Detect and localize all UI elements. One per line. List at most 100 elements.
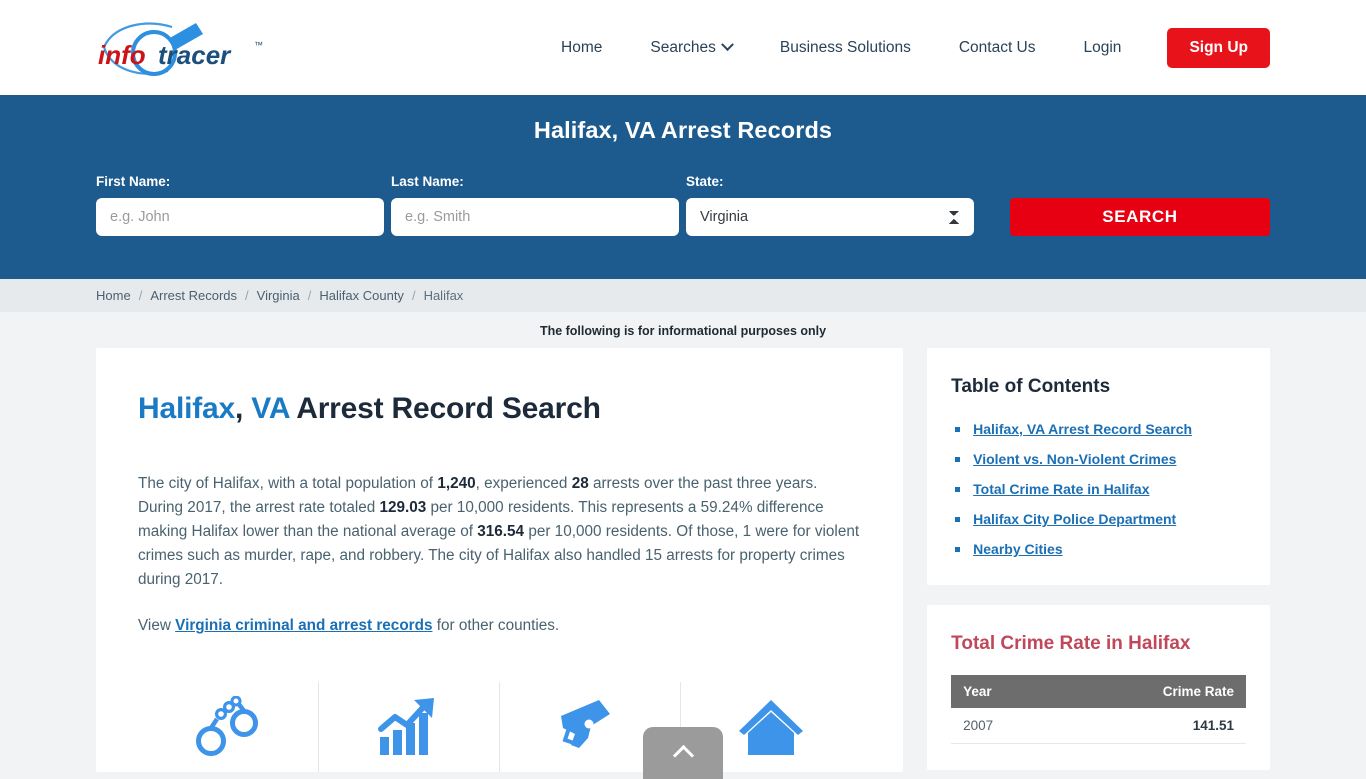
state-group: State: Virginia	[686, 174, 974, 236]
nav-label: Login	[1083, 38, 1122, 56]
toc-link[interactable]: Halifax, VA Arrest Record Search	[973, 420, 1192, 439]
search-form: First Name: Last Name: State: Virginia S…	[96, 174, 1270, 236]
scroll-to-top-button[interactable]	[643, 727, 723, 779]
table-of-contents-title: Table of Contents	[951, 376, 1111, 397]
nav-label: Business Solutions	[779, 38, 911, 56]
first-name-label: First Name:	[96, 174, 171, 189]
informational-notice: The following is for informational purpo…	[539, 324, 827, 338]
state-select[interactable]: Virginia	[686, 198, 974, 236]
column-header-crime-rate: Crime Rate	[1057, 675, 1246, 708]
last-name-input[interactable]	[391, 198, 679, 236]
toc-link[interactable]: Nearby Cities	[973, 540, 1062, 559]
state-label: State:	[686, 174, 724, 189]
banner-title: Halifax, VA Arrest Records	[533, 117, 833, 143]
nav-item-searches[interactable]: Searches	[626, 38, 755, 57]
nav-label: Contact Us	[958, 38, 1036, 56]
breadcrumb-item-virginia[interactable]: Virginia	[257, 288, 300, 303]
toc-link[interactable]: Violent vs. Non-Violent Crimes	[973, 450, 1176, 469]
logo-graphic: info tracer ™	[98, 22, 263, 76]
national-average-value: 316.54	[477, 523, 525, 540]
population-value: 1,240	[437, 475, 476, 492]
arrest-count-value: 28	[571, 475, 589, 492]
breadcrumb-separator: /	[245, 288, 249, 303]
chevron-up-icon	[672, 744, 694, 766]
crime-rate-table: Year Crime Rate 2007 141.51	[951, 675, 1246, 744]
breadcrumb-item-halifax: Halifax	[423, 288, 464, 303]
nav-label: Searches	[650, 38, 716, 56]
category-icon-row	[138, 682, 861, 772]
crime-rate-table-body: 2007 141.51	[951, 708, 1246, 744]
total-crime-rate-card: Total Crime Rate in Halifax Year Crime R…	[927, 605, 1270, 770]
nav-item-login[interactable]: Login	[1060, 39, 1146, 57]
nav-item-business-solutions[interactable]: Business Solutions	[756, 39, 935, 57]
infotracer-logo[interactable]: info tracer ™	[96, 17, 276, 79]
first-name-input[interactable]	[96, 198, 384, 236]
nav-item-contact-us[interactable]: Contact Us	[935, 39, 1060, 57]
svg-text:info: info	[98, 40, 146, 70]
cell-crime-rate: 141.51	[1057, 708, 1246, 744]
toc-item-police-department[interactable]: Halifax City Police Department	[951, 510, 1246, 529]
breadcrumb-item-arrest-records[interactable]: Arrest Records	[150, 288, 237, 303]
breadcrumb-separator: /	[411, 288, 416, 303]
table-header-row: Year Crime Rate	[951, 675, 1246, 708]
column-header-year: Year	[951, 675, 1058, 708]
toc-link[interactable]: Total Crime Rate in Halifax	[973, 480, 1149, 499]
page-title: Halifax, VA Arrest Record Search	[138, 392, 861, 426]
total-crime-rate-title: Total Crime Rate in Halifax	[951, 633, 1191, 654]
growth-chart-icon	[378, 698, 435, 755]
content-wrapper: Halifax, VA Arrest Record Search The cit…	[0, 348, 1366, 772]
chevron-down-icon	[720, 38, 734, 52]
bullet-icon	[955, 427, 961, 432]
search-banner: Halifax, VA Arrest Records First Name: L…	[0, 95, 1366, 279]
icon-cell-arrests[interactable]	[138, 682, 320, 772]
crime-rate-table-head: Year Crime Rate	[951, 675, 1246, 708]
nav-item-home[interactable]: Home	[537, 39, 626, 57]
table-of-contents-card: Table of Contents Halifax, VA Arrest Rec…	[927, 348, 1270, 585]
breadcrumb-separator: /	[307, 288, 312, 303]
last-name-group: Last Name:	[391, 174, 679, 236]
main-content-card: Halifax, VA Arrest Record Search The cit…	[96, 348, 904, 772]
icon-cell-crime-rate[interactable]	[319, 682, 501, 772]
nav-label: Home	[561, 38, 603, 56]
search-button[interactable]: SEARCH	[1010, 198, 1270, 236]
bullet-icon	[955, 487, 961, 492]
para-segment-2: , experienced	[475, 475, 572, 492]
para-segment-1: The city of Halifax, with a total popula…	[138, 475, 438, 492]
page-title-comma: ,	[234, 392, 252, 425]
arrest-rate-value: 129.03	[379, 499, 427, 516]
breadcrumb-separator: /	[138, 288, 143, 303]
svg-text:™: ™	[254, 40, 263, 50]
toc-item-nearby-cities[interactable]: Nearby Cities	[951, 540, 1246, 559]
page-title-city: Halifax	[138, 392, 235, 425]
bullet-icon	[955, 547, 961, 552]
view-suffix: for other counties.	[432, 617, 560, 634]
cell-year: 2007	[951, 708, 1058, 744]
toc-item-violent-vs-nonviolent[interactable]: Violent vs. Non-Violent Crimes	[951, 450, 1246, 469]
table-of-contents-list: Halifax, VA Arrest Record Search Violent…	[951, 420, 1246, 559]
site-header: info tracer ™ Home Searches Business Sol…	[0, 0, 1366, 95]
sign-up-button[interactable]: Sign Up	[1167, 27, 1270, 68]
toc-item-total-crime-rate[interactable]: Total Crime Rate in Halifax	[951, 480, 1246, 499]
last-name-label: Last Name:	[391, 174, 464, 189]
bullet-icon	[955, 517, 961, 522]
handgun-icon	[561, 700, 611, 748]
breadcrumb-item-halifax-county[interactable]: Halifax County	[319, 288, 404, 303]
summary-paragraph: The city of Halifax, with a total popula…	[138, 472, 861, 592]
page-title-state: VA	[251, 392, 290, 425]
view-prefix: View	[138, 617, 176, 634]
breadcrumb: Home / Arrest Records / Virginia / Halif…	[0, 279, 1366, 312]
house-icon	[739, 700, 804, 755]
view-records-line: View Virginia criminal and arrest record…	[138, 614, 861, 638]
virginia-records-link[interactable]: Virginia criminal and arrest records	[175, 617, 432, 634]
toc-link[interactable]: Halifax City Police Department	[973, 510, 1176, 529]
handcuffs-icon	[196, 696, 259, 756]
sidebar: Table of Contents Halifax, VA Arrest Rec…	[927, 348, 1270, 770]
main-navigation: Home Searches Business Solutions Contact…	[537, 27, 1270, 68]
svg-text:tracer: tracer	[158, 40, 232, 70]
bullet-icon	[955, 457, 961, 462]
toc-item-arrest-record-search[interactable]: Halifax, VA Arrest Record Search	[951, 420, 1246, 439]
page-title-rest: Arrest Record Search	[289, 392, 601, 425]
breadcrumb-item-home[interactable]: Home	[96, 288, 131, 303]
first-name-group: First Name:	[96, 174, 384, 236]
table-row: 2007 141.51	[951, 708, 1246, 744]
